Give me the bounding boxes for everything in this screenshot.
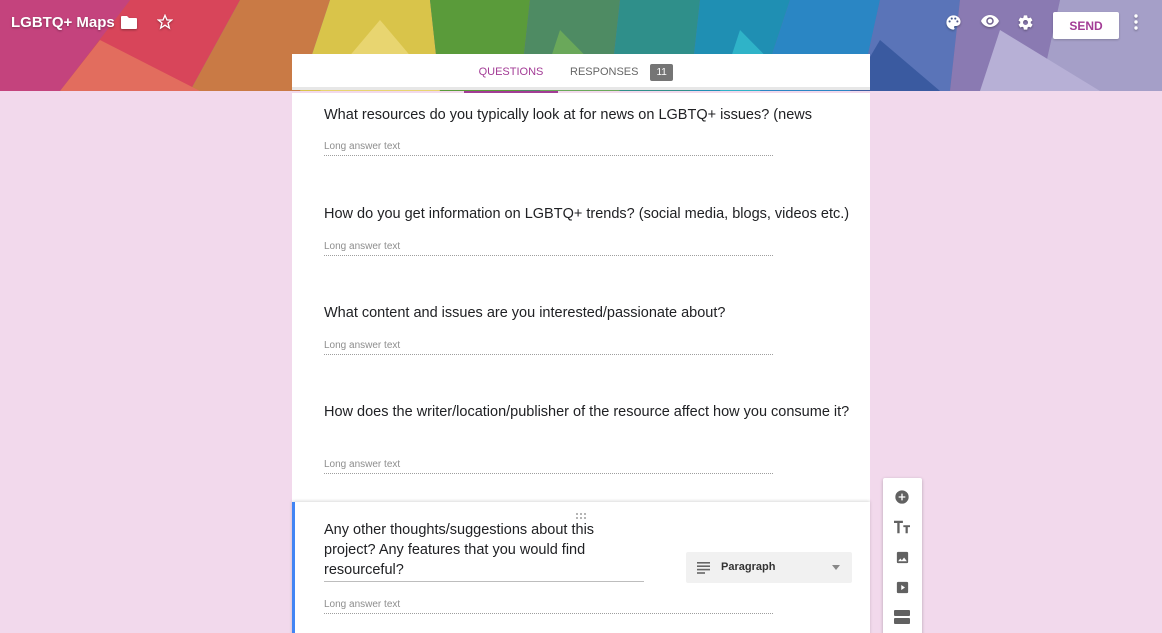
question-item[interactable]: What resources do you typically look at … (324, 105, 864, 125)
add-section-icon[interactable] (892, 607, 912, 627)
gear-icon[interactable] (1017, 14, 1039, 36)
header-bar: LGBTQ+ Maps SEND (0, 0, 1162, 50)
add-title-icon[interactable] (892, 517, 912, 537)
drag-handle-icon[interactable] (575, 507, 587, 519)
long-answer-field: Long answer text (324, 136, 773, 156)
question-item[interactable]: How do you get information on LGBTQ+ tre… (324, 204, 864, 224)
long-answer-field: Long answer text (324, 335, 773, 355)
question-title: How do you get information on LGBTQ+ tre… (324, 206, 850, 222)
responses-count-badge: 11 (650, 63, 673, 81)
long-answer-field: Long answer text (324, 454, 773, 474)
long-answer-field: Long answer text (324, 236, 773, 256)
tab-responses-label: RESPONSES (570, 66, 639, 78)
side-toolbar (883, 478, 922, 633)
question-item[interactable]: How does the writer/location/publisher o… (324, 402, 864, 422)
active-question-card[interactable]: Any other thoughts/suggestions about thi… (292, 502, 870, 633)
add-image-icon[interactable] (892, 547, 912, 567)
question-type-label: Paragraph (721, 561, 776, 573)
question-type-dropdown[interactable]: Paragraph (686, 552, 852, 583)
form-title[interactable]: LGBTQ+ Maps (11, 14, 115, 31)
questions-list: What resources do you typically look at … (292, 93, 870, 502)
question-item[interactable]: What content and issues are you interest… (324, 303, 864, 323)
send-button[interactable]: SEND (1053, 12, 1119, 39)
tab-responses[interactable]: RESPONSES 11 (570, 54, 673, 90)
tabs-bar: QUESTIONS RESPONSES 11 (292, 54, 870, 93)
chevron-down-icon (832, 565, 840, 570)
question-title: How does the writer/location/publisher o… (324, 404, 850, 420)
tab-questions[interactable]: QUESTIONS (464, 54, 558, 93)
active-question-title-input[interactable]: Any other thoughts/suggestions about thi… (324, 520, 644, 582)
tab-questions-label: QUESTIONS (478, 66, 544, 78)
star-icon[interactable] (157, 14, 179, 36)
add-question-icon[interactable] (892, 487, 912, 507)
long-answer-field: Long answer text (324, 594, 773, 614)
add-video-icon[interactable] (892, 577, 912, 597)
question-title: What resources do you typically look at … (324, 107, 812, 123)
question-title: What content and issues are you interest… (324, 305, 726, 321)
paragraph-icon (697, 561, 710, 579)
palette-icon[interactable] (945, 14, 967, 36)
more-vert-icon[interactable] (1134, 14, 1156, 36)
folder-icon[interactable] (121, 15, 143, 37)
eye-icon[interactable] (981, 14, 1003, 36)
